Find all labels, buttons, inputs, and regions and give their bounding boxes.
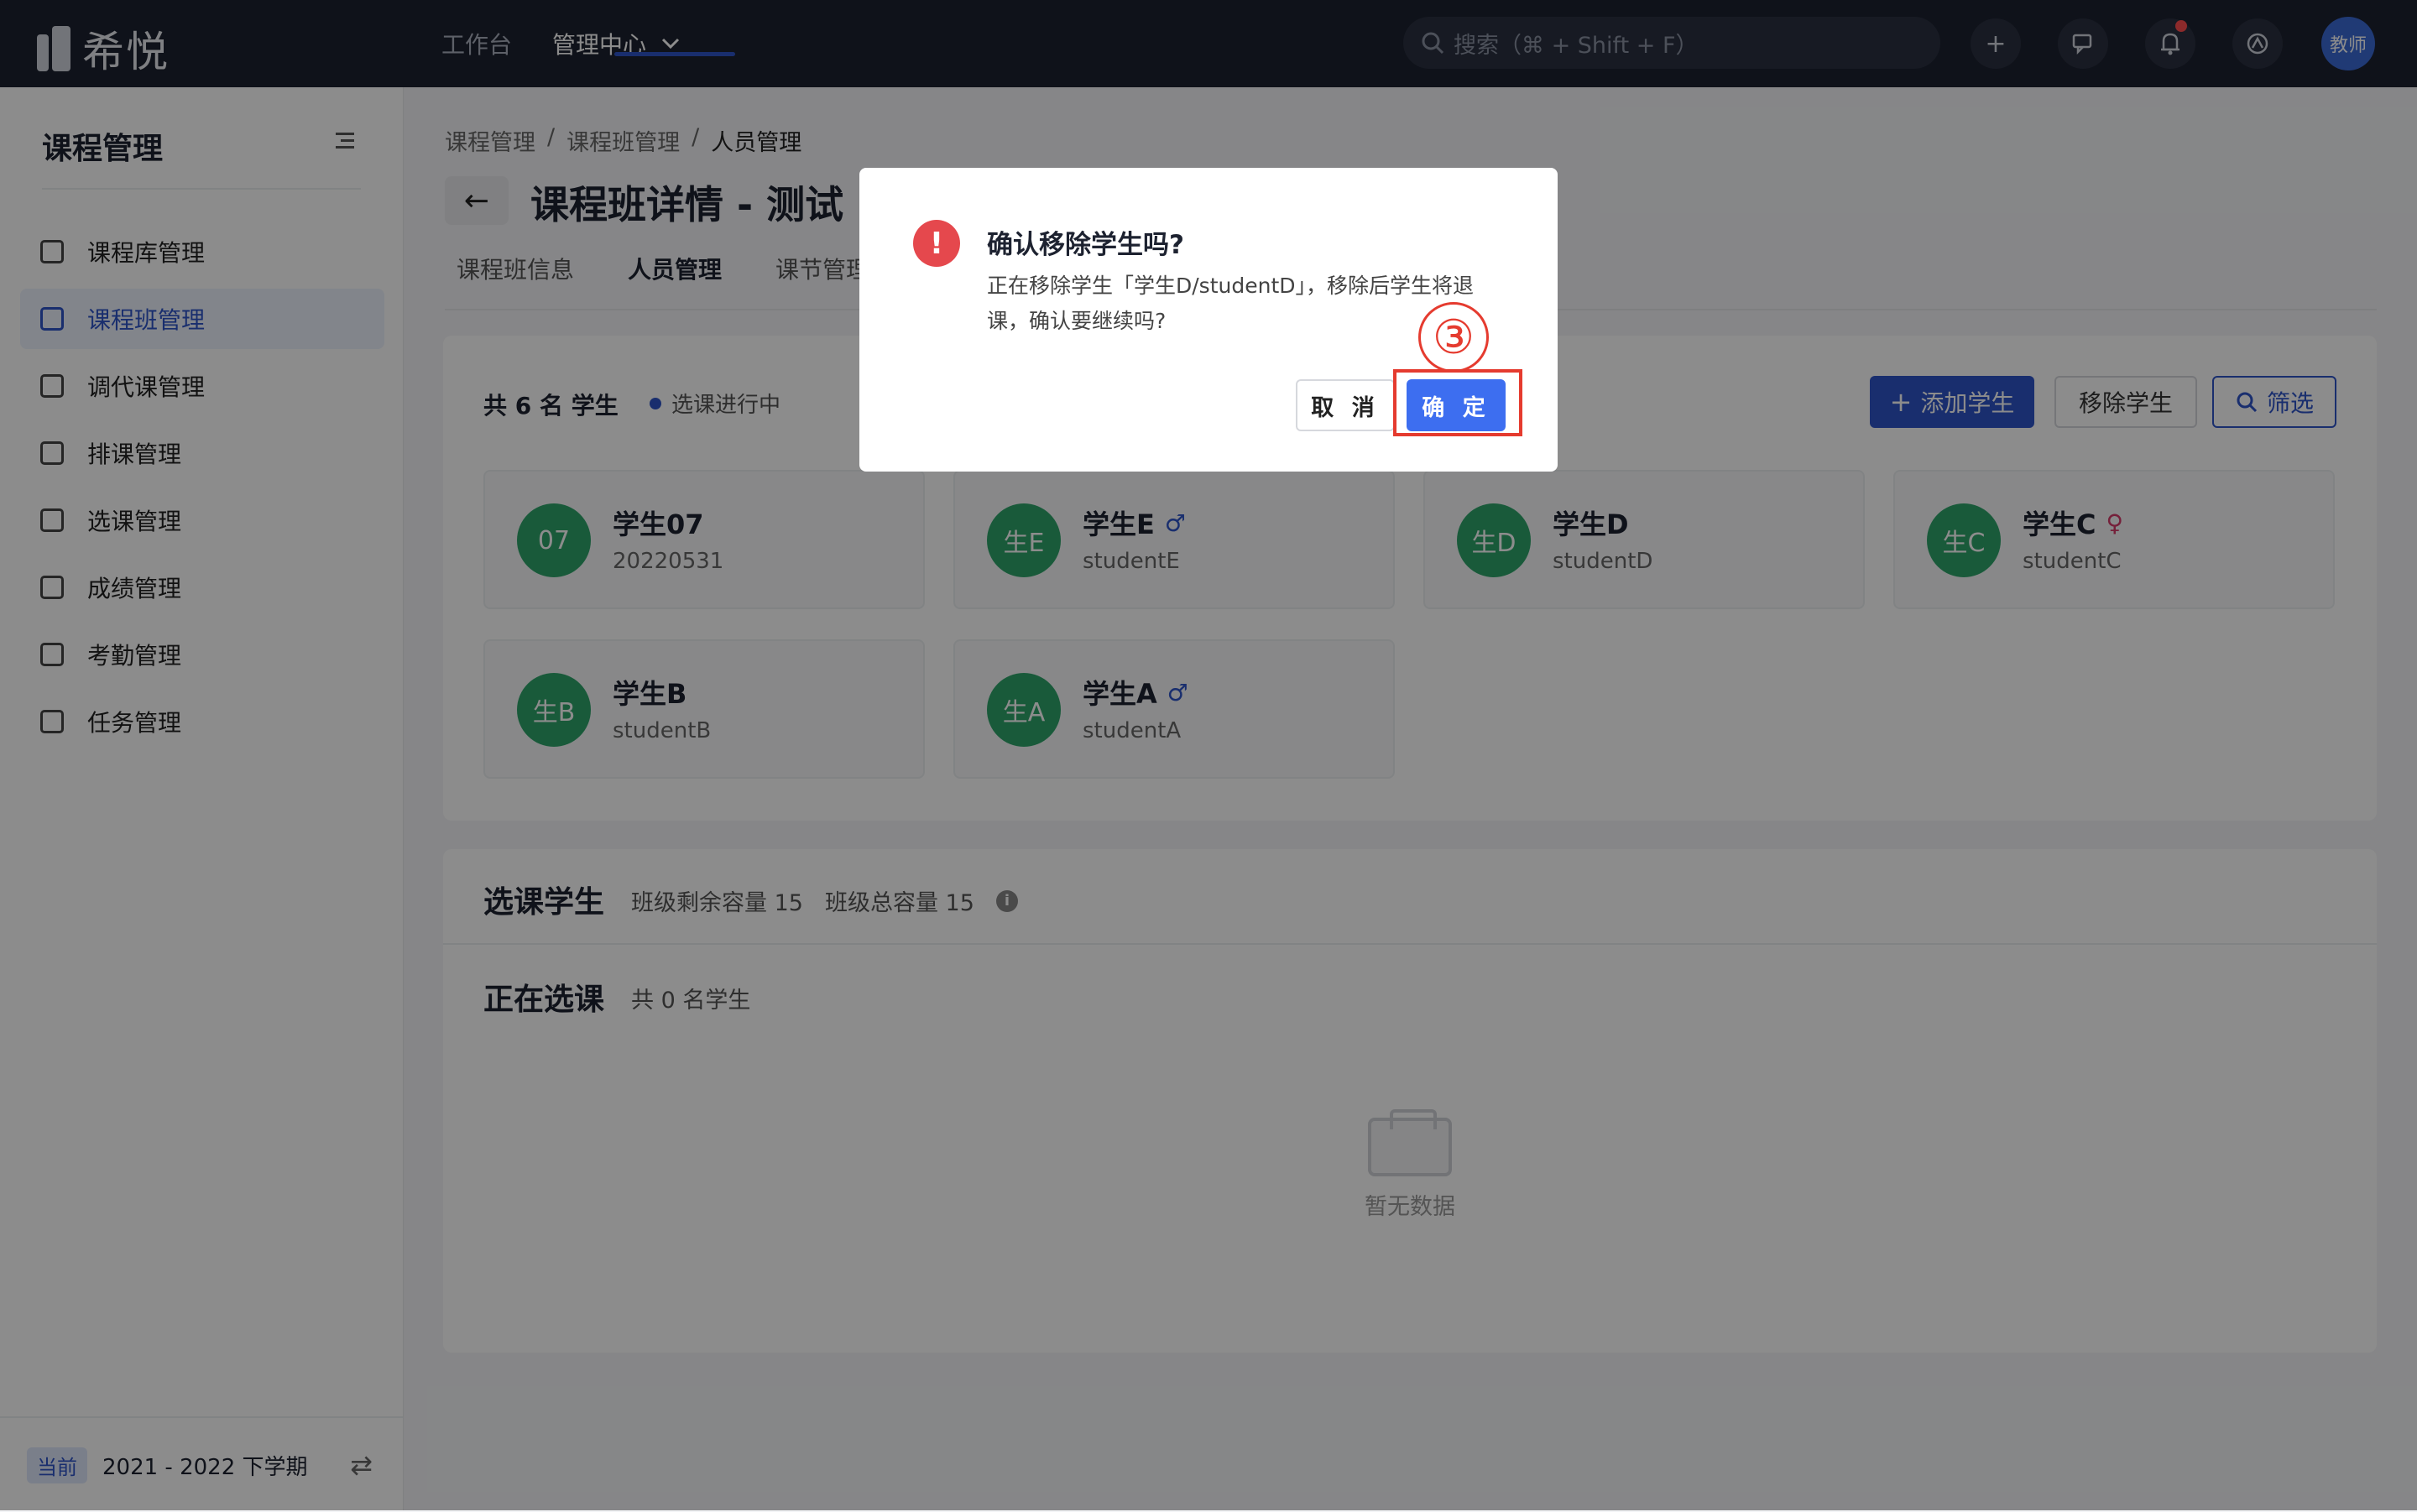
dialog-title: 确认移除学生吗?	[987, 230, 1184, 260]
warning-exclamation-icon: !	[913, 220, 960, 267]
step-number-marker: ③	[1418, 302, 1489, 373]
step-highlight-box	[1393, 369, 1522, 436]
cancel-button[interactable]: 取 消	[1296, 379, 1395, 431]
